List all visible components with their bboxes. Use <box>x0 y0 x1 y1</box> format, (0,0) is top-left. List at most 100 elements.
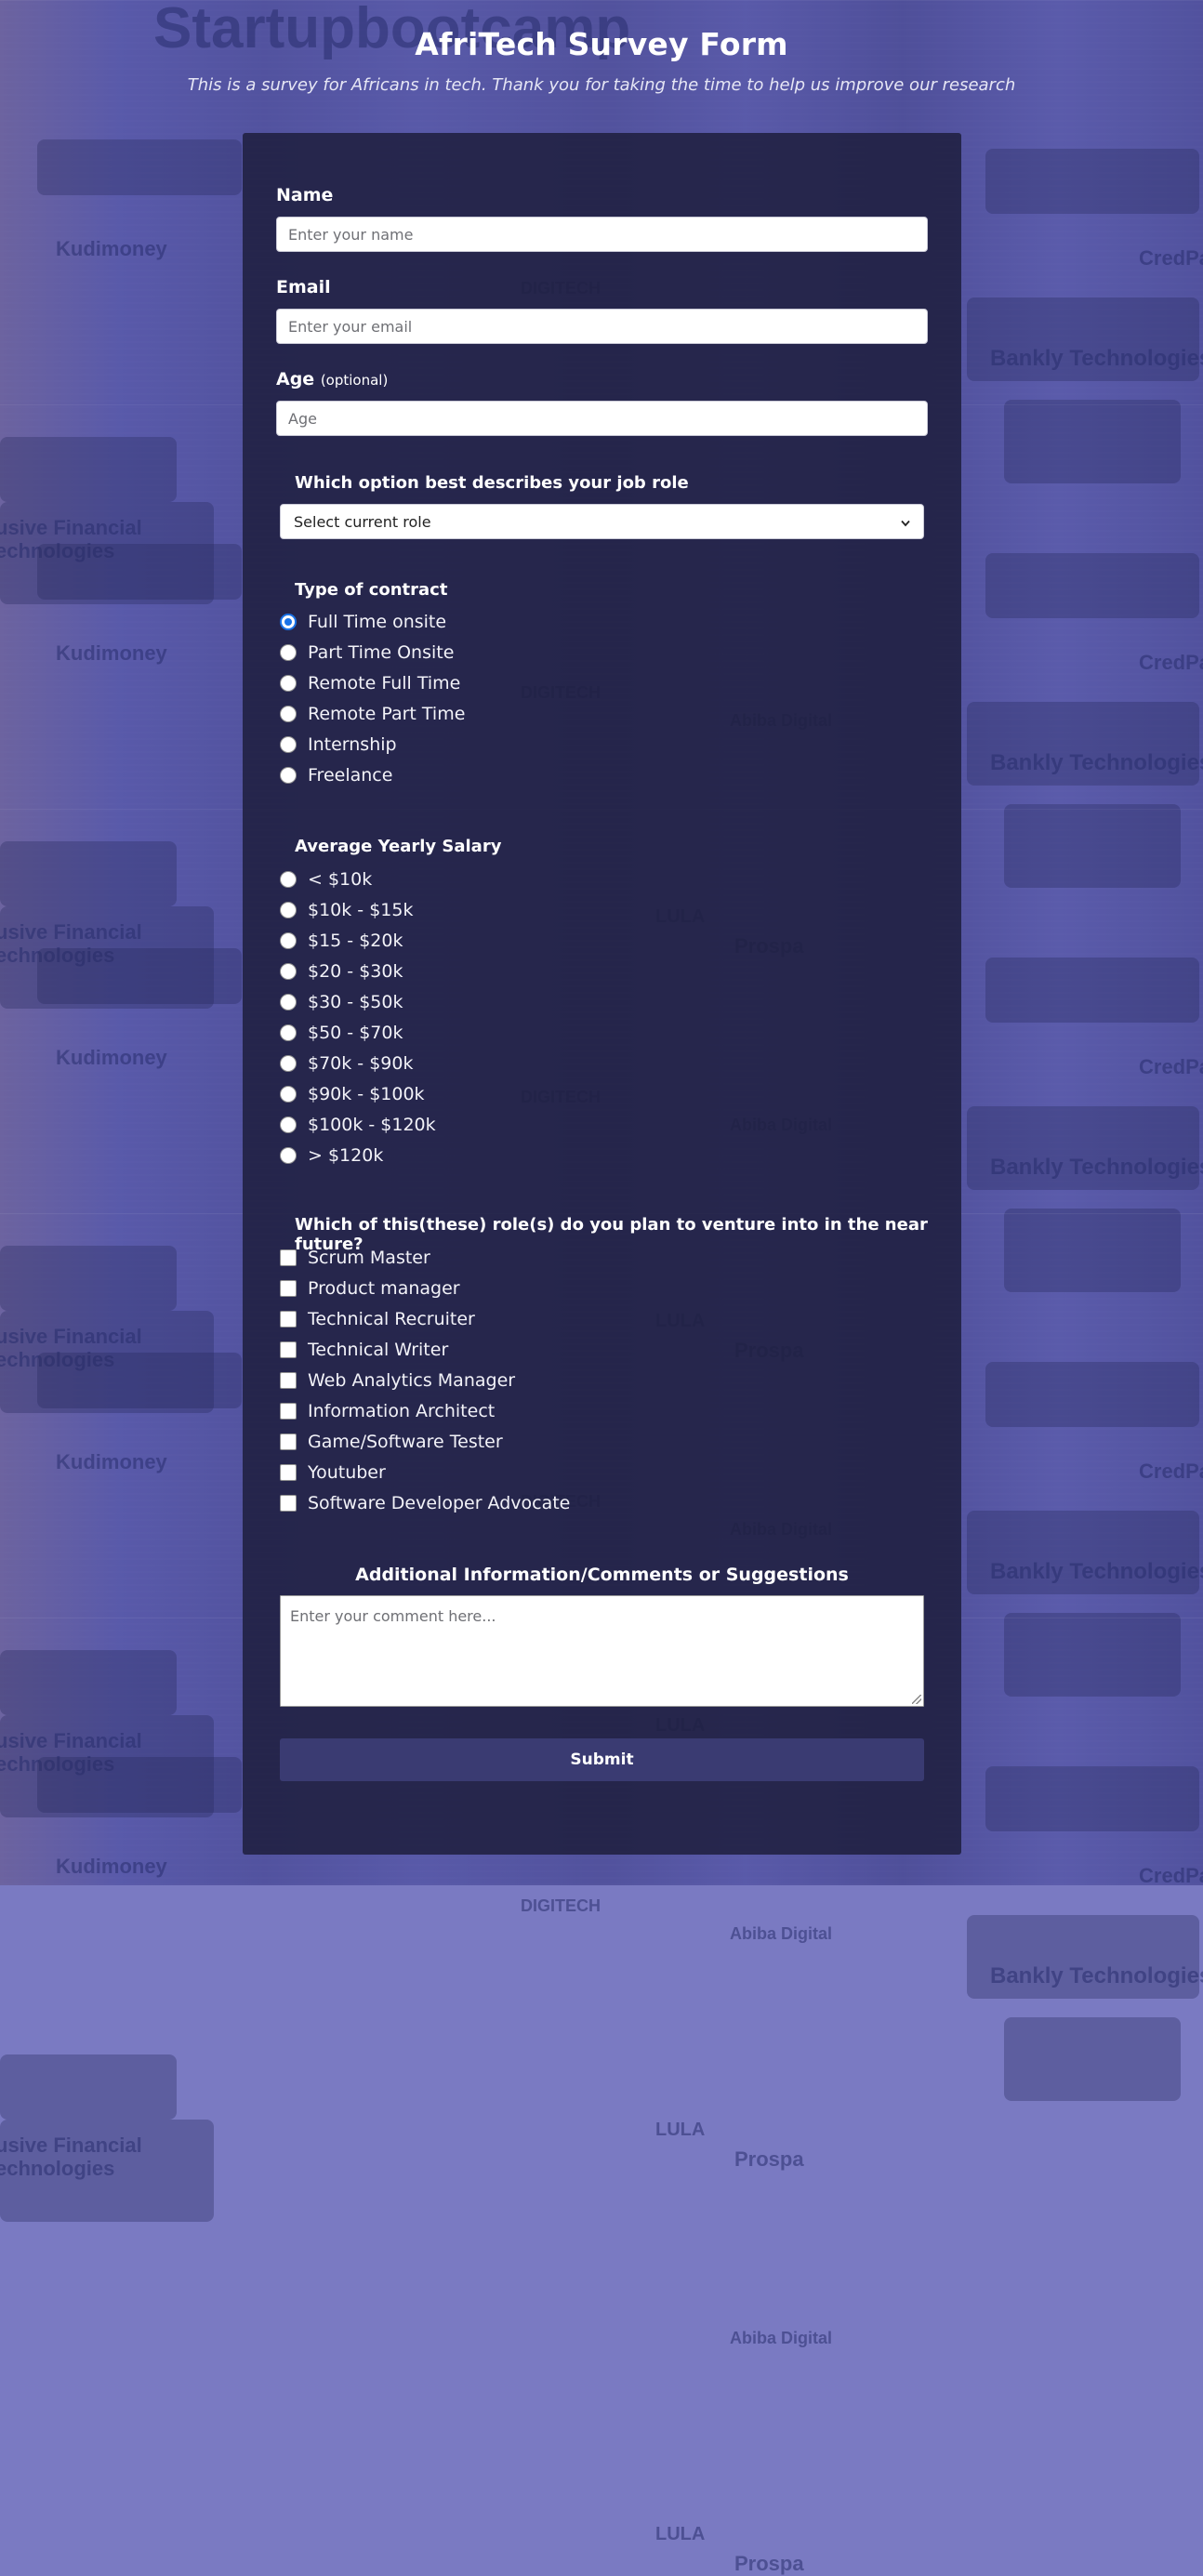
future-role-option[interactable]: Technical Writer <box>280 1336 448 1364</box>
salary-label: Average Yearly Salary <box>295 837 502 856</box>
future-role-checkbox[interactable] <box>280 1433 297 1450</box>
salary-option-label: $15 - $20k <box>308 931 403 951</box>
background-sign-text: CredPal <box>1139 651 1203 674</box>
age-optional-note: (optional) <box>320 372 389 389</box>
salary-option-label: > $120k <box>308 1145 384 1166</box>
contract-option-label: Part Time Onsite <box>308 642 455 663</box>
future-role-option[interactable]: Information Architect <box>280 1397 495 1425</box>
contract-radio[interactable] <box>280 614 297 630</box>
contract-radio[interactable] <box>280 736 297 753</box>
comments-textarea[interactable]: Enter your comment here... <box>280 1595 924 1707</box>
background-sign-board <box>1004 2017 1181 2101</box>
future-role-checkbox[interactable] <box>280 1249 297 1266</box>
age-input[interactable]: Age <box>276 401 928 436</box>
salary-radio[interactable] <box>280 994 297 1011</box>
contract-radio[interactable] <box>280 644 297 661</box>
salary-radio[interactable] <box>280 1086 297 1103</box>
background-sign-board <box>985 553 1199 618</box>
salary-option-label: $30 - $50k <box>308 992 403 1012</box>
submit-button[interactable]: Submit <box>280 1738 924 1781</box>
future-role-checkbox[interactable] <box>280 1341 297 1358</box>
salary-option-label: < $10k <box>308 869 373 890</box>
background-sign-board <box>985 958 1199 1023</box>
salary-option[interactable]: < $10k <box>280 865 372 893</box>
salary-radio[interactable] <box>280 1116 297 1133</box>
future-role-option-label: Web Analytics Manager <box>308 1370 516 1391</box>
future-role-option[interactable]: Product manager <box>280 1275 460 1302</box>
salary-radio[interactable] <box>280 1147 297 1164</box>
salary-option[interactable]: $70k - $90k <box>280 1050 413 1077</box>
contract-radio[interactable] <box>280 706 297 722</box>
contract-option-label: Internship <box>308 734 397 755</box>
background-sign-board <box>985 1766 1199 1831</box>
future-role-option-label: Scrum Master <box>308 1248 430 1268</box>
future-role-option[interactable]: Game/Software Tester <box>280 1428 503 1456</box>
salary-option[interactable]: $15 - $20k <box>280 927 403 955</box>
name-input[interactable]: Enter your name <box>276 217 928 252</box>
background-sign-board <box>37 1353 242 1408</box>
salary-radio[interactable] <box>280 963 297 980</box>
job-role-select[interactable]: Select current role <box>280 504 924 539</box>
contract-radio[interactable] <box>280 767 297 784</box>
future-role-checkbox[interactable] <box>280 1403 297 1420</box>
future-role-option[interactable]: Software Developer Advocate <box>280 1489 570 1517</box>
future-role-option[interactable]: Youtuber <box>280 1459 386 1486</box>
future-role-option-label: Technical Writer <box>308 1340 449 1360</box>
salary-radio[interactable] <box>280 1024 297 1041</box>
contract-option-label: Full Time onsite <box>308 612 447 632</box>
salary-radio[interactable] <box>280 871 297 888</box>
salary-radio[interactable] <box>280 902 297 918</box>
age-label: Age (optional) <box>276 369 388 390</box>
salary-option-label: $100k - $120k <box>308 1115 436 1135</box>
contract-radio[interactable] <box>280 675 297 692</box>
future-role-option[interactable]: Scrum Master <box>280 1244 430 1272</box>
salary-option-label: $10k - $15k <box>308 900 414 920</box>
background-sign-text: Prospa <box>734 2147 804 2171</box>
contract-option[interactable]: Remote Part Time <box>280 700 465 728</box>
background-sign-text: LULA <box>655 2120 706 2140</box>
future-role-option[interactable]: Technical Recruiter <box>280 1305 475 1333</box>
background-sign-text: Kudimoney <box>56 1046 167 1069</box>
salary-option[interactable]: $50 - $70k <box>280 1019 403 1047</box>
name-placeholder: Enter your name <box>288 225 414 244</box>
contract-option[interactable]: Remote Full Time <box>280 669 460 697</box>
background-sign-text: Bankly Technologies <box>990 1155 1203 1180</box>
future-role-option-label: Software Developer Advocate <box>308 1493 571 1513</box>
background-sign-text: Kudimoney <box>56 1450 167 1473</box>
contract-option[interactable]: Freelance <box>280 761 392 789</box>
salary-option[interactable]: > $120k <box>280 1142 383 1169</box>
salary-option[interactable]: $100k - $120k <box>280 1111 436 1139</box>
background-sign-text: CredPal <box>1139 1460 1203 1483</box>
future-role-checkbox[interactable] <box>280 1280 297 1297</box>
salary-option[interactable]: $10k - $15k <box>280 896 413 924</box>
background-sign-board <box>985 1362 1199 1427</box>
job-role-selected: Select current role <box>294 512 431 531</box>
email-label: Email <box>276 277 331 297</box>
page-subtitle: This is a survey for Africans in tech. T… <box>187 75 1016 95</box>
salary-radio[interactable] <box>280 932 297 949</box>
background-sign-text: Kudimoney <box>56 641 167 665</box>
contract-option[interactable]: Part Time Onsite <box>280 639 454 667</box>
future-role-checkbox[interactable] <box>280 1311 297 1328</box>
email-placeholder: Enter your email <box>288 317 413 336</box>
contract-option[interactable]: Full Time onsite <box>280 608 446 636</box>
contract-option[interactable]: Internship <box>280 731 397 759</box>
contract-option-label: Remote Full Time <box>308 673 461 694</box>
background-sign-board <box>985 149 1199 214</box>
page-header: AfriTech Survey Form This is a survey fo… <box>0 0 1203 95</box>
salary-option-label: $50 - $70k <box>308 1023 403 1043</box>
future-role-option[interactable]: Web Analytics Manager <box>280 1367 515 1394</box>
age-placeholder: Age <box>288 409 317 428</box>
name-label: Name <box>276 185 334 205</box>
salary-option[interactable]: $90k - $100k <box>280 1080 425 1108</box>
resize-handle-icon[interactable] <box>912 1695 921 1704</box>
salary-option[interactable]: $20 - $30k <box>280 958 403 985</box>
background-sign-text: usive Financial <box>0 2133 142 2157</box>
future-role-checkbox[interactable] <box>280 1464 297 1481</box>
salary-option[interactable]: $30 - $50k <box>280 988 403 1016</box>
background-sign-text: echnologies <box>0 2157 115 2180</box>
salary-radio[interactable] <box>280 1055 297 1072</box>
future-role-checkbox[interactable] <box>280 1372 297 1389</box>
email-input[interactable]: Enter your email <box>276 309 928 344</box>
future-role-checkbox[interactable] <box>280 1495 297 1512</box>
